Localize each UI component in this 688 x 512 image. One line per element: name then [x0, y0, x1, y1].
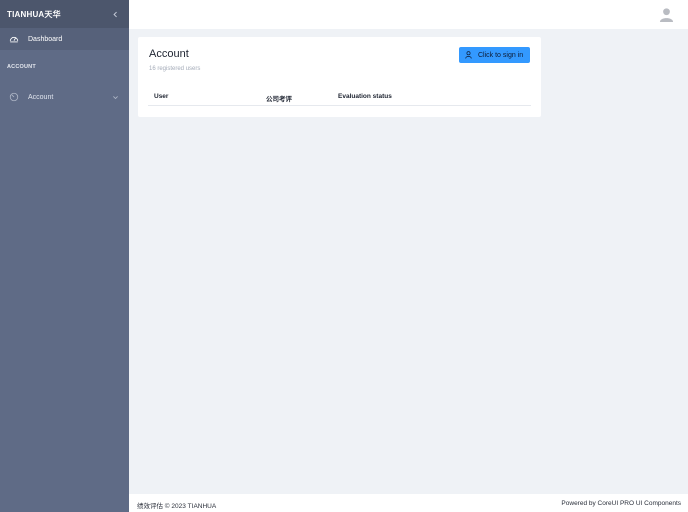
sidebar-item-label: Dashboard [28, 35, 63, 43]
user-avatar-icon[interactable] [659, 7, 674, 22]
footer-copyright: 绩效评估 © 2023 TIANHUA [137, 503, 217, 510]
chevron-down-icon [112, 93, 120, 101]
account-icon [9, 92, 20, 103]
footer-powered-by[interactable]: Powered by CoreUI PRO UI Components [561, 500, 681, 507]
brand-logo-text[interactable]: TIANHUA天华 [7, 9, 61, 20]
sign-in-button[interactable]: Click to sign in [459, 47, 530, 63]
top-header [129, 0, 688, 29]
column-header-user[interactable]: User [154, 93, 168, 100]
column-header-evaluation-status[interactable]: Evaluation status [338, 93, 392, 100]
user-icon [465, 51, 472, 59]
sign-in-button-label: Click to sign in [478, 51, 524, 59]
account-card: Account 16 registered users Click to sig… [138, 37, 541, 117]
speedometer-icon [9, 34, 20, 45]
sidebar: TIANHUA天华 Dashboard ACCOUNT Account [0, 0, 129, 512]
page-title: Account [149, 48, 189, 60]
column-header-company-review[interactable]: 公司考评 [266, 93, 292, 103]
sidebar-item-label: Account [28, 93, 54, 101]
sidebar-section-title: ACCOUNT [7, 64, 36, 70]
chevron-left-icon[interactable] [109, 8, 121, 20]
sidebar-item-dashboard[interactable]: Dashboard [0, 28, 129, 50]
table-header: User 公司考评 Evaluation status [148, 89, 531, 106]
sidebar-item-account[interactable]: Account [0, 86, 129, 108]
footer: 绩效评估 © 2023 TIANHUA Powered by CoreUI PR… [129, 494, 688, 512]
sidebar-brand: TIANHUA天华 [0, 0, 129, 28]
registered-users-count: 16 registered users [149, 66, 201, 72]
